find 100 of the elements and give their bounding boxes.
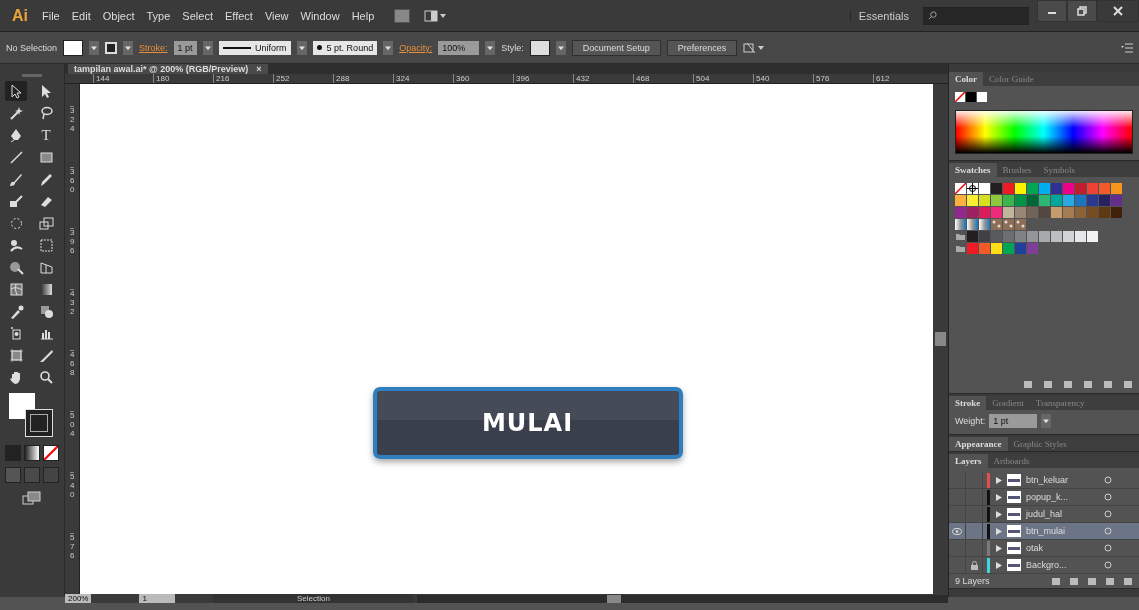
opacity-field[interactable]: 100% — [438, 40, 480, 55]
target-icon[interactable] — [1104, 493, 1112, 501]
layer-row[interactable]: otak — [949, 540, 1139, 557]
color-swatch[interactable] — [979, 195, 990, 206]
color-spectrum[interactable] — [955, 110, 1133, 154]
color-swatch[interactable] — [1015, 243, 1026, 254]
pattern-swatch[interactable] — [1003, 219, 1014, 230]
minimize-button[interactable] — [1037, 0, 1067, 22]
panel-tab[interactable]: Artboards — [987, 454, 1036, 468]
pattern-swatch[interactable] — [991, 219, 1002, 230]
artboard-field[interactable]: 1 — [139, 594, 176, 603]
menu-item[interactable]: Edit — [65, 9, 97, 22]
color-swatch[interactable] — [1027, 183, 1038, 194]
menu-item[interactable]: Type — [140, 9, 177, 22]
color-swatch[interactable] — [967, 243, 978, 254]
layer-row[interactable]: Backgro... — [949, 557, 1139, 574]
color-swatch[interactable] — [1039, 207, 1050, 218]
vertical-scrollbar[interactable] — [933, 84, 948, 594]
color-swatch[interactable] — [1099, 183, 1110, 194]
selection-tool[interactable] — [5, 81, 27, 101]
panel-tab[interactable]: Swatches — [949, 163, 997, 177]
layer-row[interactable]: btn_mulai — [949, 523, 1139, 540]
lock-icon[interactable] — [970, 560, 978, 570]
color-swatch[interactable] — [979, 207, 990, 218]
color-swatch[interactable] — [1051, 183, 1062, 194]
restore-button[interactable] — [1067, 0, 1097, 22]
none-mode-button[interactable] — [43, 445, 59, 461]
color-swatch[interactable] — [1087, 183, 1098, 194]
color-swatch[interactable] — [991, 231, 1002, 242]
toolbar-button[interactable]: Preferences — [666, 39, 738, 56]
fill-dropdown[interactable] — [89, 40, 100, 55]
menu-item[interactable]: View — [258, 9, 295, 22]
expand-arrow-icon[interactable] — [996, 510, 1002, 518]
menu-item[interactable]: Window — [294, 9, 346, 22]
panel-tab[interactable]: Brushes — [996, 163, 1038, 177]
close-button[interactable] — [1097, 0, 1139, 22]
color-mode-button[interactable] — [5, 445, 21, 461]
fill-swatch[interactable] — [63, 39, 84, 56]
color-swatch[interactable] — [979, 231, 990, 242]
fill-stroke-indicator-icon[interactable] — [955, 92, 987, 102]
gradient-swatch[interactable] — [967, 219, 978, 230]
color-swatch[interactable] — [1063, 183, 1074, 194]
color-swatch[interactable] — [967, 207, 978, 218]
color-swatch[interactable] — [1003, 207, 1014, 218]
panel-tab[interactable]: Color Guide — [983, 72, 1040, 86]
menu-item[interactable]: Help — [345, 9, 381, 22]
expand-arrow-icon[interactable] — [996, 527, 1002, 535]
screen-mode-icon[interactable] — [22, 491, 42, 507]
target-icon[interactable] — [1104, 510, 1112, 518]
color-swatch[interactable] — [1027, 207, 1038, 218]
expand-arrow-icon[interactable] — [996, 561, 1002, 569]
panel-tab[interactable]: Transparency — [1029, 396, 1091, 410]
eye-icon[interactable] — [952, 527, 962, 535]
weight-field[interactable]: 1 pt — [989, 414, 1038, 428]
color-swatch[interactable] — [967, 195, 978, 206]
color-swatch[interactable] — [1099, 195, 1110, 206]
color-swatch[interactable] — [1039, 231, 1050, 242]
panel-menu-icon[interactable] — [1121, 42, 1133, 53]
color-swatch[interactable] — [1039, 183, 1050, 194]
style-swatch[interactable] — [529, 39, 550, 56]
menu-item[interactable]: Select — [176, 9, 219, 22]
color-swatch[interactable] — [1003, 231, 1014, 242]
panel-tab[interactable]: Symbols — [1037, 163, 1081, 177]
color-swatch[interactable] — [1027, 231, 1038, 242]
color-swatch[interactable] — [955, 207, 966, 218]
style-dropdown[interactable] — [555, 40, 566, 55]
color-swatch[interactable] — [1087, 207, 1098, 218]
color-swatch[interactable] — [1015, 231, 1026, 242]
status-tool-label[interactable]: Selection — [213, 594, 414, 603]
target-icon[interactable] — [1104, 544, 1112, 552]
menu-item[interactable]: Object — [96, 9, 141, 22]
target-icon[interactable] — [1104, 527, 1112, 535]
opacity-dropdown[interactable] — [485, 40, 496, 55]
color-swatch[interactable] — [979, 183, 990, 194]
pattern-swatch[interactable] — [1015, 219, 1026, 230]
color-swatch[interactable] — [1063, 231, 1074, 242]
stroke-dropdown[interactable] — [123, 40, 134, 55]
menu-item[interactable]: Effect — [218, 9, 259, 22]
stroke-profile-field[interactable]: Uniform — [218, 40, 291, 55]
isolation-icon[interactable] — [743, 41, 766, 54]
document-tab[interactable]: tampilan awal.ai* @ 200% (RGB/Preview) × — [68, 64, 268, 74]
color-swatch[interactable] — [1003, 183, 1014, 194]
panel-tab[interactable]: Stroke — [949, 396, 987, 410]
color-swatch[interactable] — [1087, 195, 1098, 206]
opacity-link[interactable]: Opacity: — [399, 42, 433, 53]
color-swatch[interactable] — [1003, 195, 1014, 206]
color-swatch[interactable] — [1075, 195, 1086, 206]
color-swatch[interactable] — [1051, 195, 1062, 206]
color-swatch[interactable] — [1063, 207, 1074, 218]
gradient-mode-button[interactable] — [24, 445, 40, 461]
expand-arrow-icon[interactable] — [996, 544, 1002, 552]
panel-tab[interactable]: Gradient — [986, 396, 1030, 410]
toolbar-button[interactable]: Document Setup — [571, 39, 661, 56]
gradient-swatch[interactable] — [979, 219, 990, 230]
fill-stroke-swatches[interactable] — [9, 393, 55, 439]
color-swatch[interactable] — [1075, 231, 1086, 242]
color-swatch[interactable] — [1051, 207, 1062, 218]
color-swatch[interactable] — [1075, 207, 1086, 218]
color-swatch[interactable] — [991, 207, 1002, 218]
draw-normal-button[interactable] — [5, 467, 21, 483]
